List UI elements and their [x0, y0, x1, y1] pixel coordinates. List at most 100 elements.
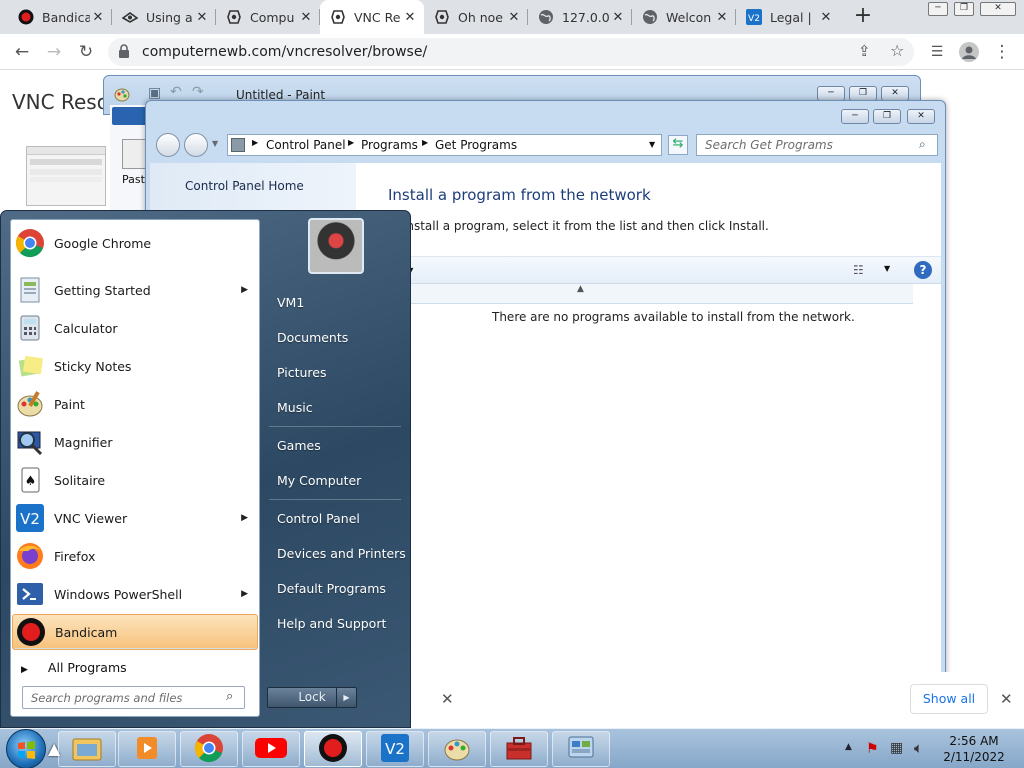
- show-all-button[interactable]: Show all: [910, 684, 988, 714]
- save-icon[interactable]: ▣: [148, 85, 161, 101]
- taskbar-paint[interactable]: [428, 731, 486, 767]
- start-button[interactable]: [6, 729, 46, 768]
- browser-tab[interactable]: Bandica ✕: [8, 0, 112, 34]
- browser-tab[interactable]: V2 Legal | ✕: [736, 0, 840, 34]
- link-my-computer[interactable]: My Computer: [277, 473, 361, 488]
- cp-close-button[interactable]: ✕: [907, 109, 935, 124]
- profile-avatar-icon[interactable]: [957, 40, 981, 64]
- taskbar-toolbox[interactable]: [490, 731, 548, 767]
- close-tab-icon[interactable]: ✕: [298, 10, 314, 25]
- browser-tab[interactable]: Using a ✕: [112, 0, 216, 34]
- program-windows-powershell[interactable]: Windows PowerShell ▶: [12, 576, 258, 612]
- link-devices-and-printers[interactable]: Devices and Printers: [277, 546, 406, 561]
- program-getting-started[interactable]: Getting Started ▶: [12, 272, 258, 308]
- back-arrow-icon[interactable]: ←: [10, 40, 34, 64]
- taskbar-vnc-viewer[interactable]: V2: [366, 731, 424, 767]
- cp-minimize-button[interactable]: ─: [841, 109, 869, 124]
- breadcrumb-get-programs[interactable]: Get Programs: [435, 138, 517, 152]
- browser-tab[interactable]: Oh noe ✕: [424, 0, 528, 34]
- cp-home-link[interactable]: Control Panel Home: [185, 179, 304, 193]
- close-tab-icon[interactable]: ✕: [714, 10, 730, 25]
- close-tab-icon[interactable]: ✕: [90, 10, 106, 25]
- lock-button[interactable]: Lock ▶: [267, 687, 357, 708]
- link-default-programs[interactable]: Default Programs: [277, 581, 386, 596]
- power-options-arrow-icon[interactable]: ▶: [336, 688, 356, 707]
- link-pictures[interactable]: Pictures: [277, 365, 327, 380]
- user-avatar[interactable]: [308, 218, 364, 274]
- program-solitaire[interactable]: ♠ Solitaire: [12, 462, 258, 498]
- search-icon[interactable]: ⌕: [919, 137, 926, 152]
- show-hidden-icons-arrow[interactable]: ▲: [845, 742, 852, 752]
- action-center-flag-icon[interactable]: ⚑: [866, 741, 879, 757]
- system-clock[interactable]: 2:56 AM 2/11/2022: [936, 733, 1012, 765]
- screenshot-thumbnail[interactable]: [26, 146, 106, 206]
- taskbar-control-panel[interactable]: [552, 731, 610, 767]
- cp-search-input[interactable]: Search Get Programs ⌕: [696, 134, 938, 156]
- close-tab-icon[interactable]: ✕: [402, 10, 418, 25]
- view-dropdown-icon[interactable]: ▼: [884, 264, 890, 273]
- taskbar-youtube[interactable]: [242, 731, 300, 767]
- browser-tab[interactable]: Welcon ✕: [632, 0, 736, 34]
- reading-list-icon[interactable]: ☰: [925, 40, 949, 64]
- breadcrumb-control-panel[interactable]: Control Panel: [266, 138, 346, 152]
- lock-icon[interactable]: [118, 44, 130, 61]
- close-window-button[interactable]: ✕: [980, 2, 1016, 16]
- taskbar-chrome[interactable]: [180, 731, 238, 767]
- view-options-icon[interactable]: ☷: [853, 263, 864, 277]
- link-help-and-support[interactable]: Help and Support: [277, 616, 386, 631]
- link-vm1[interactable]: VM1: [277, 295, 304, 310]
- cp-maximize-button[interactable]: ❐: [873, 109, 901, 124]
- refresh-icon[interactable]: ⇆: [668, 135, 688, 155]
- paint-close-button[interactable]: ✕: [881, 86, 909, 101]
- link-documents[interactable]: Documents: [277, 330, 348, 345]
- reload-icon[interactable]: ↻: [74, 40, 98, 64]
- back-button[interactable]: [156, 133, 180, 157]
- new-tab-button[interactable]: +: [850, 4, 876, 30]
- browser-tab-active[interactable]: VNC Re ✕: [320, 0, 424, 34]
- help-icon[interactable]: ?: [914, 261, 932, 279]
- history-dropdown-icon[interactable]: ▼: [212, 139, 218, 148]
- more-menu-icon[interactable]: ⋮: [990, 40, 1014, 64]
- taskbar-explorer[interactable]: [58, 731, 116, 767]
- address-bar[interactable]: computernewb.com/vncresolver/browse/ ⇪ ☆: [108, 38, 914, 66]
- close-tab-icon[interactable]: ✕: [194, 10, 210, 25]
- close-tab-icon[interactable]: ✕: [818, 10, 834, 25]
- taskbar-media-player[interactable]: [118, 731, 176, 767]
- close-download-bar-icon[interactable]: ✕: [1000, 690, 1013, 708]
- all-programs-button[interactable]: ▶ All Programs: [21, 660, 127, 675]
- close-icon[interactable]: ✕: [441, 690, 454, 708]
- address-dropdown-icon[interactable]: ▼: [649, 140, 655, 149]
- program-sticky-notes[interactable]: Sticky Notes: [12, 348, 258, 384]
- link-control-panel[interactable]: Control Panel: [277, 511, 360, 526]
- taskbar-bandicam[interactable]: [304, 731, 362, 767]
- restore-button[interactable]: ❐: [954, 2, 974, 16]
- start-search-input[interactable]: Search programs and files ⌕: [22, 686, 245, 709]
- browser-tab[interactable]: Compu ✕: [216, 0, 320, 34]
- link-games[interactable]: Games: [277, 438, 321, 453]
- cp-address-bar[interactable]: ▶ Control Panel ▶ Programs ▶ Get Program…: [227, 134, 662, 156]
- undo-icon[interactable]: ↶: [170, 84, 182, 100]
- network-icon[interactable]: ▦: [890, 740, 903, 756]
- program-paint[interactable]: Paint: [12, 386, 258, 422]
- close-tab-icon[interactable]: ✕: [506, 10, 522, 25]
- program-magnifier[interactable]: Magnifier: [12, 424, 258, 460]
- paint-minimize-button[interactable]: ─: [817, 86, 845, 101]
- program-firefox[interactable]: Firefox: [12, 538, 258, 574]
- minimize-button[interactable]: ─: [928, 2, 948, 16]
- redo-icon[interactable]: ↷: [192, 84, 204, 100]
- browser-tab[interactable]: 127.0.0 ✕: [528, 0, 632, 34]
- bookmark-star-icon[interactable]: ☆: [890, 41, 904, 60]
- program-vnc-viewer[interactable]: V2 VNC Viewer ▶: [12, 500, 258, 536]
- volume-icon[interactable]: 🔈︎: [914, 739, 923, 757]
- link-music[interactable]: Music: [277, 400, 313, 415]
- paint-maximize-button[interactable]: ❐: [849, 86, 877, 101]
- forward-arrow-icon[interactable]: →: [42, 40, 66, 64]
- forward-button[interactable]: [184, 133, 208, 157]
- cp-column-header[interactable]: ▲: [356, 284, 913, 304]
- close-tab-icon[interactable]: ✕: [610, 10, 626, 25]
- breadcrumb-programs[interactable]: Programs: [361, 138, 418, 152]
- program-google-chrome[interactable]: Google Chrome: [12, 225, 258, 261]
- search-icon[interactable]: ⌕: [226, 689, 233, 704]
- share-icon[interactable]: ⇪: [858, 42, 871, 60]
- program-calculator[interactable]: Calculator: [12, 310, 258, 346]
